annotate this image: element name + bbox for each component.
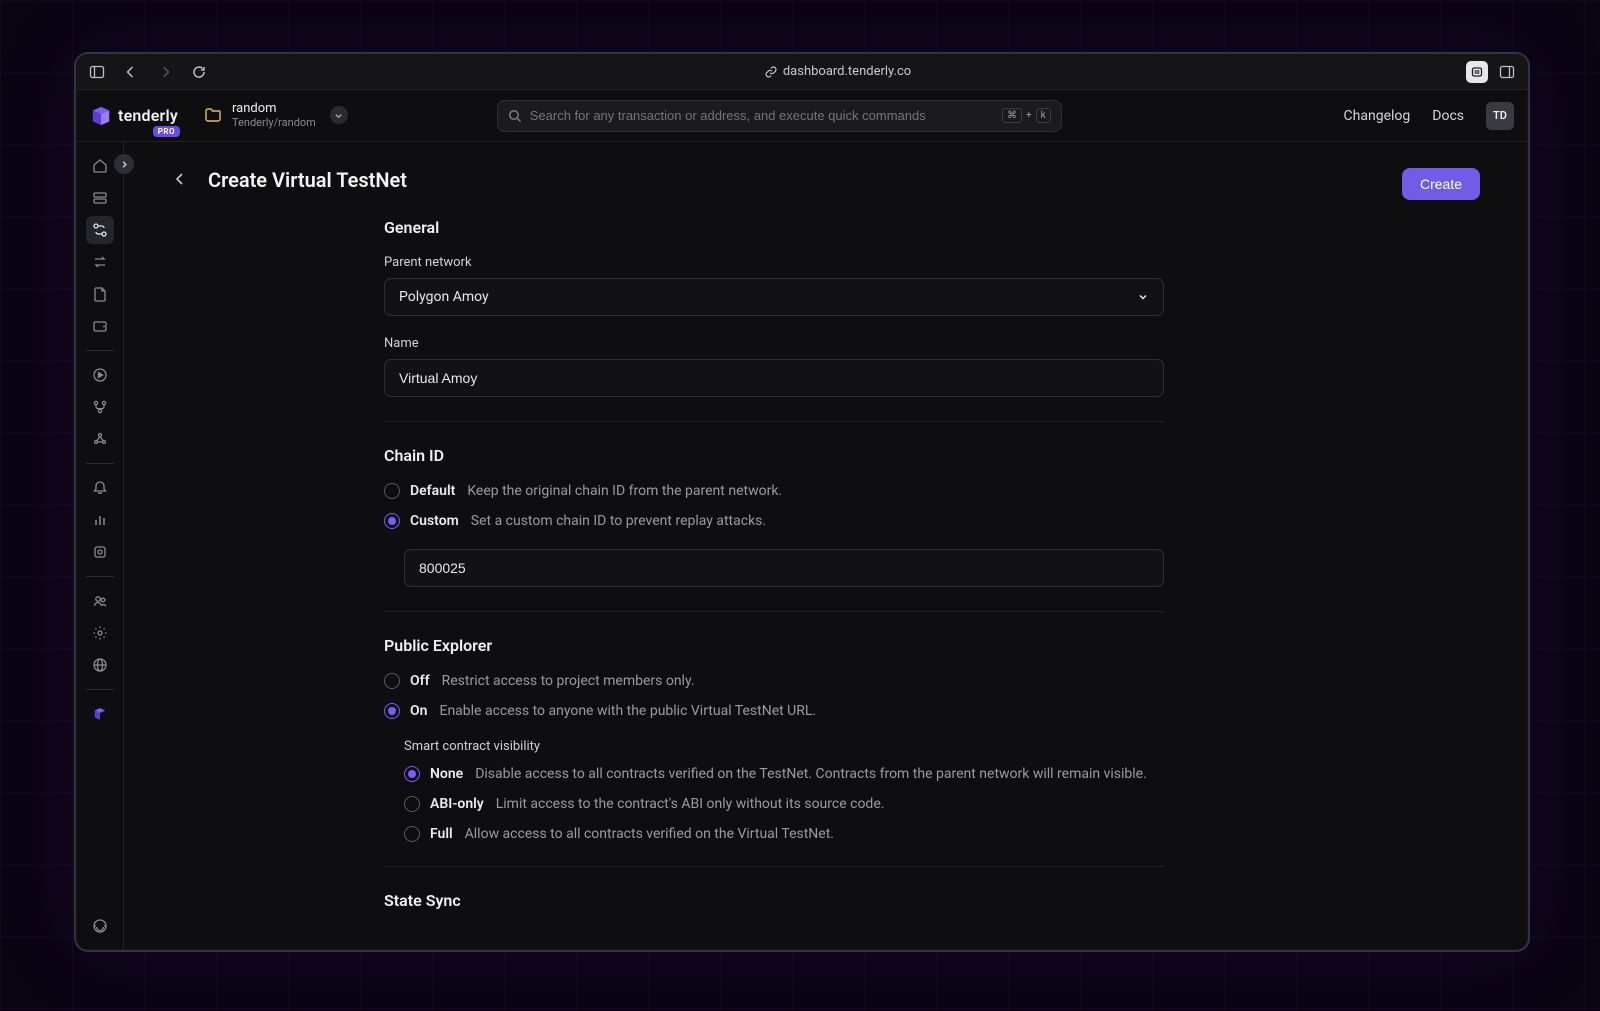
sidebar-item-team[interactable] bbox=[86, 587, 114, 615]
sidebar-item-contracts[interactable] bbox=[86, 280, 114, 308]
sidebar-item-analytics[interactable] bbox=[86, 506, 114, 534]
chevron-down-icon[interactable] bbox=[330, 106, 348, 124]
search-icon bbox=[508, 109, 522, 123]
app-header: tenderly PRO random Tenderly/random ⌘ + … bbox=[76, 90, 1528, 142]
chainid-custom-radio[interactable]: Custom Set a custom chain ID to prevent … bbox=[384, 513, 1164, 529]
sidebar-item-settings[interactable] bbox=[86, 619, 114, 647]
sidebar-item-wallet[interactable] bbox=[86, 312, 114, 340]
sidebar bbox=[76, 142, 124, 950]
radio-icon bbox=[384, 703, 400, 719]
sidebar-toggle-icon[interactable] bbox=[86, 61, 108, 83]
back-button[interactable] bbox=[172, 171, 190, 189]
visibility-label: Smart contract visibility bbox=[404, 739, 1164, 754]
create-button[interactable]: Create bbox=[1402, 168, 1480, 200]
changelog-link[interactable]: Changelog bbox=[1344, 108, 1411, 124]
brand-logo[interactable]: tenderly PRO bbox=[90, 105, 178, 127]
section-statesync-heading: State Sync bbox=[384, 891, 1164, 910]
visibility-none-radio[interactable]: None Disable access to all contracts ver… bbox=[404, 766, 1164, 782]
parent-network-select[interactable]: Polygon Amoy bbox=[384, 278, 1164, 316]
browser-chrome: dashboard.tenderly.co bbox=[76, 54, 1528, 90]
link-icon bbox=[765, 66, 777, 78]
panel-right-icon[interactable] bbox=[1496, 61, 1518, 83]
pro-badge: PRO bbox=[153, 126, 180, 137]
radio-icon bbox=[404, 796, 420, 812]
sidebar-item-alerts[interactable] bbox=[86, 474, 114, 502]
docs-link[interactable]: Docs bbox=[1432, 108, 1464, 124]
browser-url: dashboard.tenderly.co bbox=[783, 64, 911, 79]
explorer-off-radio[interactable]: Off Restrict access to project members o… bbox=[384, 673, 1164, 689]
sidebar-item-actions[interactable] bbox=[86, 538, 114, 566]
radio-icon bbox=[404, 826, 420, 842]
sidebar-item-globe[interactable] bbox=[86, 651, 114, 679]
sidebar-item-home[interactable] bbox=[86, 152, 114, 180]
parent-network-label: Parent network bbox=[384, 255, 1164, 270]
browser-forward-icon bbox=[154, 61, 176, 83]
sidebar-item-webhooks[interactable] bbox=[86, 425, 114, 453]
visibility-abi-radio[interactable]: ABI-only Limit access to the contract's … bbox=[404, 796, 1164, 812]
explorer-on-radio[interactable]: On Enable access to anyone with the publ… bbox=[384, 703, 1164, 719]
folder-icon bbox=[204, 106, 222, 124]
radio-icon bbox=[384, 513, 400, 529]
sidebar-item-testnets[interactable] bbox=[86, 216, 114, 244]
radio-icon bbox=[384, 483, 400, 499]
tenderly-logo-icon bbox=[90, 105, 112, 127]
name-input[interactable] bbox=[384, 359, 1164, 397]
sidebar-item-support[interactable] bbox=[86, 912, 114, 940]
project-path: Tenderly/random bbox=[232, 117, 316, 129]
keyboard-shortcut: ⌘ + k bbox=[1002, 108, 1051, 123]
sidebar-item-forks[interactable] bbox=[86, 393, 114, 421]
tenderly-logo-icon bbox=[93, 707, 107, 721]
reader-icon[interactable] bbox=[1466, 61, 1488, 83]
browser-back-icon[interactable] bbox=[120, 61, 142, 83]
page-title: Create Virtual TestNet bbox=[208, 168, 407, 192]
radio-icon bbox=[384, 673, 400, 689]
search-input[interactable]: ⌘ + k bbox=[497, 100, 1062, 132]
sidebar-item-simulator[interactable] bbox=[86, 361, 114, 389]
sidebar-item-tenderly[interactable] bbox=[86, 700, 114, 728]
browser-reload-icon[interactable] bbox=[188, 61, 210, 83]
project-name: random bbox=[232, 102, 316, 116]
sidebar-item-stack[interactable] bbox=[86, 184, 114, 212]
section-explorer-heading: Public Explorer bbox=[384, 636, 1164, 655]
visibility-full-radio[interactable]: Full Allow access to all contracts verif… bbox=[404, 826, 1164, 842]
section-chainid-heading: Chain ID bbox=[384, 446, 1164, 465]
sidebar-item-transfers[interactable] bbox=[86, 248, 114, 276]
project-selector[interactable]: random Tenderly/random bbox=[204, 102, 348, 128]
sidebar-expand-button[interactable] bbox=[114, 154, 134, 174]
name-label: Name bbox=[384, 336, 1164, 351]
avatar[interactable]: TD bbox=[1486, 102, 1514, 130]
chevron-down-icon bbox=[1137, 291, 1149, 303]
section-general-heading: General bbox=[384, 218, 1164, 237]
chainid-default-radio[interactable]: Default Keep the original chain ID from … bbox=[384, 483, 1164, 499]
chainid-custom-input[interactable] bbox=[404, 549, 1164, 587]
radio-icon bbox=[404, 766, 420, 782]
